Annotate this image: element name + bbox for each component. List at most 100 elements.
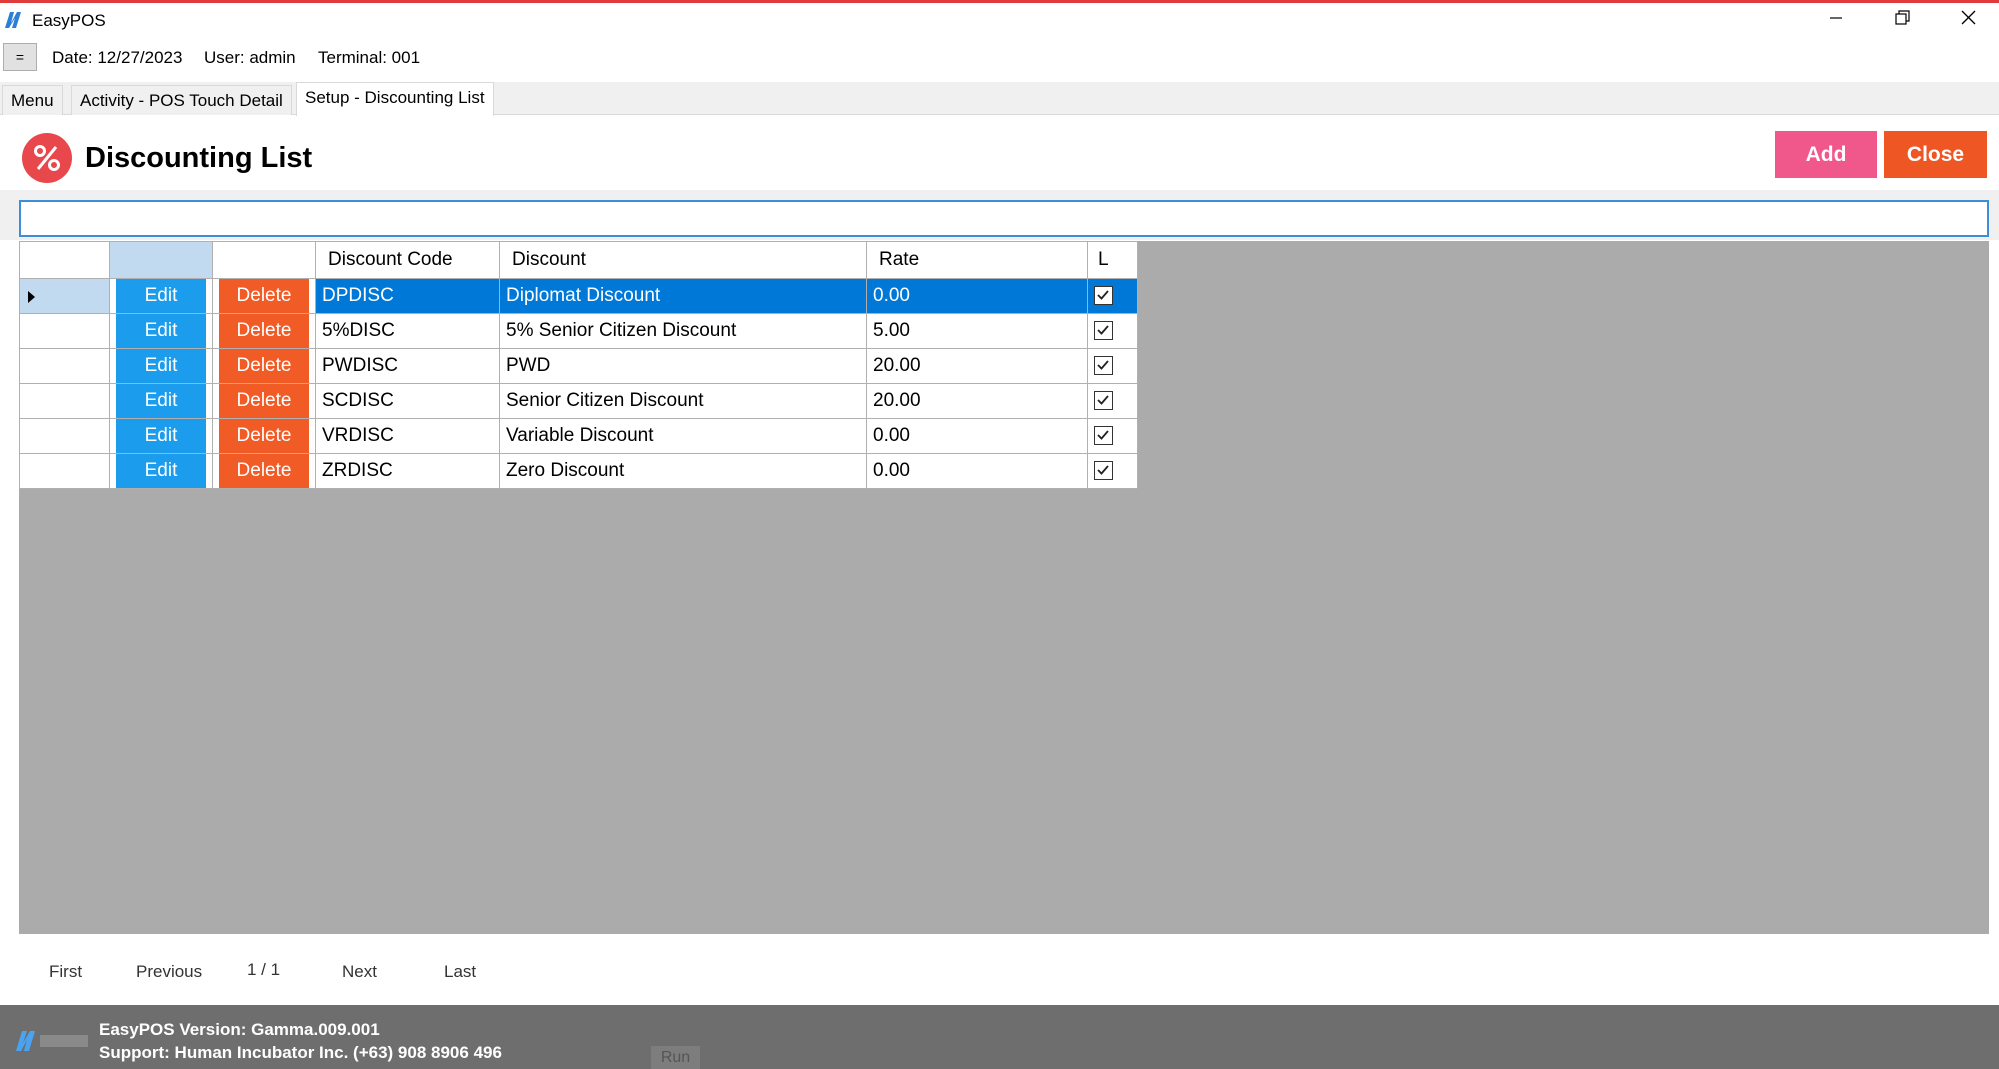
discount-code-cell[interactable]: PWDISC: [315, 348, 500, 384]
rate-cell[interactable]: 20.00: [866, 383, 1088, 419]
table-row[interactable]: Edit Delete VRDISC Variable Discount 0.00: [19, 418, 1138, 454]
restore-button[interactable]: [1870, 3, 1934, 37]
discount-code-cell[interactable]: VRDISC: [315, 418, 500, 454]
row-header-cell[interactable]: [19, 278, 110, 314]
discount-name-cell[interactable]: PWD: [499, 348, 867, 384]
discount-code-cell[interactable]: SCDISC: [315, 383, 500, 419]
edit-cell: Edit: [109, 348, 213, 384]
minimize-button[interactable]: [1804, 3, 1868, 37]
edit-cell: Edit: [109, 278, 213, 314]
checkmark-icon: [1097, 325, 1109, 336]
edit-button[interactable]: Edit: [116, 454, 206, 488]
edit-button[interactable]: Edit: [116, 314, 206, 348]
grid-header-row: Discount Code Discount Rate L: [19, 241, 1138, 279]
title-bar: EasyPOS: [0, 3, 1999, 37]
checkmark-icon: [1097, 465, 1109, 476]
rate-cell[interactable]: 5.00: [866, 313, 1088, 349]
close-button[interactable]: Close: [1884, 131, 1987, 178]
discount-code-column-header[interactable]: Discount Code: [315, 241, 500, 279]
support-label: Support: Human Incubator Inc. (+63) 908 …: [99, 1043, 502, 1062]
run-button[interactable]: Run: [651, 1046, 700, 1069]
checkmark-icon: [1097, 430, 1109, 441]
row-header-cell[interactable]: [19, 383, 110, 419]
easypos-logo-icon: [4, 11, 24, 29]
app-title: EasyPOS: [32, 11, 106, 30]
close-icon: [1961, 10, 1976, 30]
checkmark-icon: [1097, 360, 1109, 371]
discount-code-cell[interactable]: 5%DISC: [315, 313, 500, 349]
locked-checkbox[interactable]: [1094, 391, 1113, 411]
discount-name-cell[interactable]: 5% Senior Citizen Discount: [499, 313, 867, 349]
discount-column-header[interactable]: Discount: [499, 241, 867, 279]
locked-column-header[interactable]: L: [1087, 241, 1138, 279]
next-page-button[interactable]: Next: [342, 962, 377, 982]
minimize-icon: [1829, 11, 1843, 30]
tab-menu[interactable]: Menu: [2, 85, 63, 115]
row-header-cell[interactable]: [19, 348, 110, 384]
rate-cell[interactable]: 0.00: [866, 418, 1088, 454]
percent-icon: [22, 133, 72, 183]
footer: EasyPOS Version: Gamma.009.001 Support: …: [0, 1005, 1999, 1069]
previous-page-button[interactable]: Previous: [136, 962, 202, 982]
discount-code-cell[interactable]: DPDISC: [315, 278, 500, 314]
delete-button[interactable]: Delete: [219, 349, 309, 383]
tab-activity-pos-touch-detail[interactable]: Activity - POS Touch Detail: [71, 85, 292, 115]
search-input[interactable]: [19, 200, 1989, 237]
locked-checkbox[interactable]: [1094, 356, 1113, 376]
locked-cell: [1087, 278, 1138, 314]
menu-toggle-button[interactable]: =: [3, 43, 37, 71]
delete-cell: Delete: [212, 278, 316, 314]
edit-cell: Edit: [109, 453, 213, 489]
rate-column-header[interactable]: Rate: [866, 241, 1088, 279]
rate-cell[interactable]: 0.00: [866, 453, 1088, 489]
discount-name-cell[interactable]: Diplomat Discount: [499, 278, 867, 314]
discount-name-cell[interactable]: Variable Discount: [499, 418, 867, 454]
edit-button[interactable]: Edit: [116, 279, 206, 313]
edit-cell: Edit: [109, 418, 213, 454]
checkmark-icon: [1097, 395, 1109, 406]
table-row[interactable]: Edit Delete ZRDISC Zero Discount 0.00: [19, 453, 1138, 489]
locked-cell: [1087, 313, 1138, 349]
restore-icon: [1894, 10, 1910, 30]
delete-button[interactable]: Delete: [219, 454, 309, 488]
delete-button[interactable]: Delete: [219, 419, 309, 453]
discount-grid: Discount Code Discount Rate L Edit Delete…: [19, 241, 1138, 489]
rate-cell[interactable]: 20.00: [866, 348, 1088, 384]
row-header-cell[interactable]: [19, 418, 110, 454]
locked-checkbox[interactable]: [1094, 426, 1113, 446]
locked-cell: [1087, 453, 1138, 489]
table-row[interactable]: Edit Delete 5%DISC 5% Senior Citizen Discou…: [19, 313, 1138, 349]
locked-checkbox[interactable]: [1094, 286, 1113, 306]
rate-cell[interactable]: 0.00: [866, 278, 1088, 314]
table-row[interactable]: Edit Delete PWDISC PWD 20.00: [19, 348, 1138, 384]
row-header-cell[interactable]: [19, 313, 110, 349]
edit-cell: Edit: [109, 313, 213, 349]
tab-setup-discounting-list[interactable]: Setup - Discounting List: [296, 82, 494, 116]
locked-checkbox[interactable]: [1094, 461, 1113, 481]
locked-checkbox[interactable]: [1094, 321, 1113, 341]
delete-cell: Delete: [212, 348, 316, 384]
version-label: EasyPOS Version: Gamma.009.001: [99, 1020, 380, 1039]
delete-button[interactable]: Delete: [219, 384, 309, 418]
tab-strip: Menu Activity - POS Touch Detail Setup -…: [0, 82, 1999, 116]
discount-code-cell[interactable]: ZRDISC: [315, 453, 500, 489]
table-row[interactable]: Edit Delete SCDISC Senior Citizen Discount 2…: [19, 383, 1138, 419]
first-page-button[interactable]: First: [49, 962, 82, 982]
window-close-button[interactable]: [1936, 3, 1999, 37]
edit-button[interactable]: Edit: [116, 419, 206, 453]
human-incubator-logo-icon: [14, 1027, 92, 1055]
delete-button[interactable]: Delete: [219, 314, 309, 348]
edit-button[interactable]: Edit: [116, 349, 206, 383]
row-header-cell[interactable]: [19, 453, 110, 489]
edit-button[interactable]: Edit: [116, 384, 206, 418]
table-row[interactable]: Edit Delete DPDISC Diplomat Discount 0.00: [19, 278, 1138, 314]
last-page-button[interactable]: Last: [444, 962, 476, 982]
discount-name-cell[interactable]: Zero Discount: [499, 453, 867, 489]
delete-button[interactable]: Delete: [219, 279, 309, 313]
add-button[interactable]: Add: [1775, 131, 1877, 178]
delete-cell: Delete: [212, 453, 316, 489]
pager: First Previous 1 / 1 Next Last: [0, 945, 1999, 1005]
edit-column-header: [109, 241, 213, 279]
user-label: User: admin: [204, 48, 296, 67]
discount-name-cell[interactable]: Senior Citizen Discount: [499, 383, 867, 419]
